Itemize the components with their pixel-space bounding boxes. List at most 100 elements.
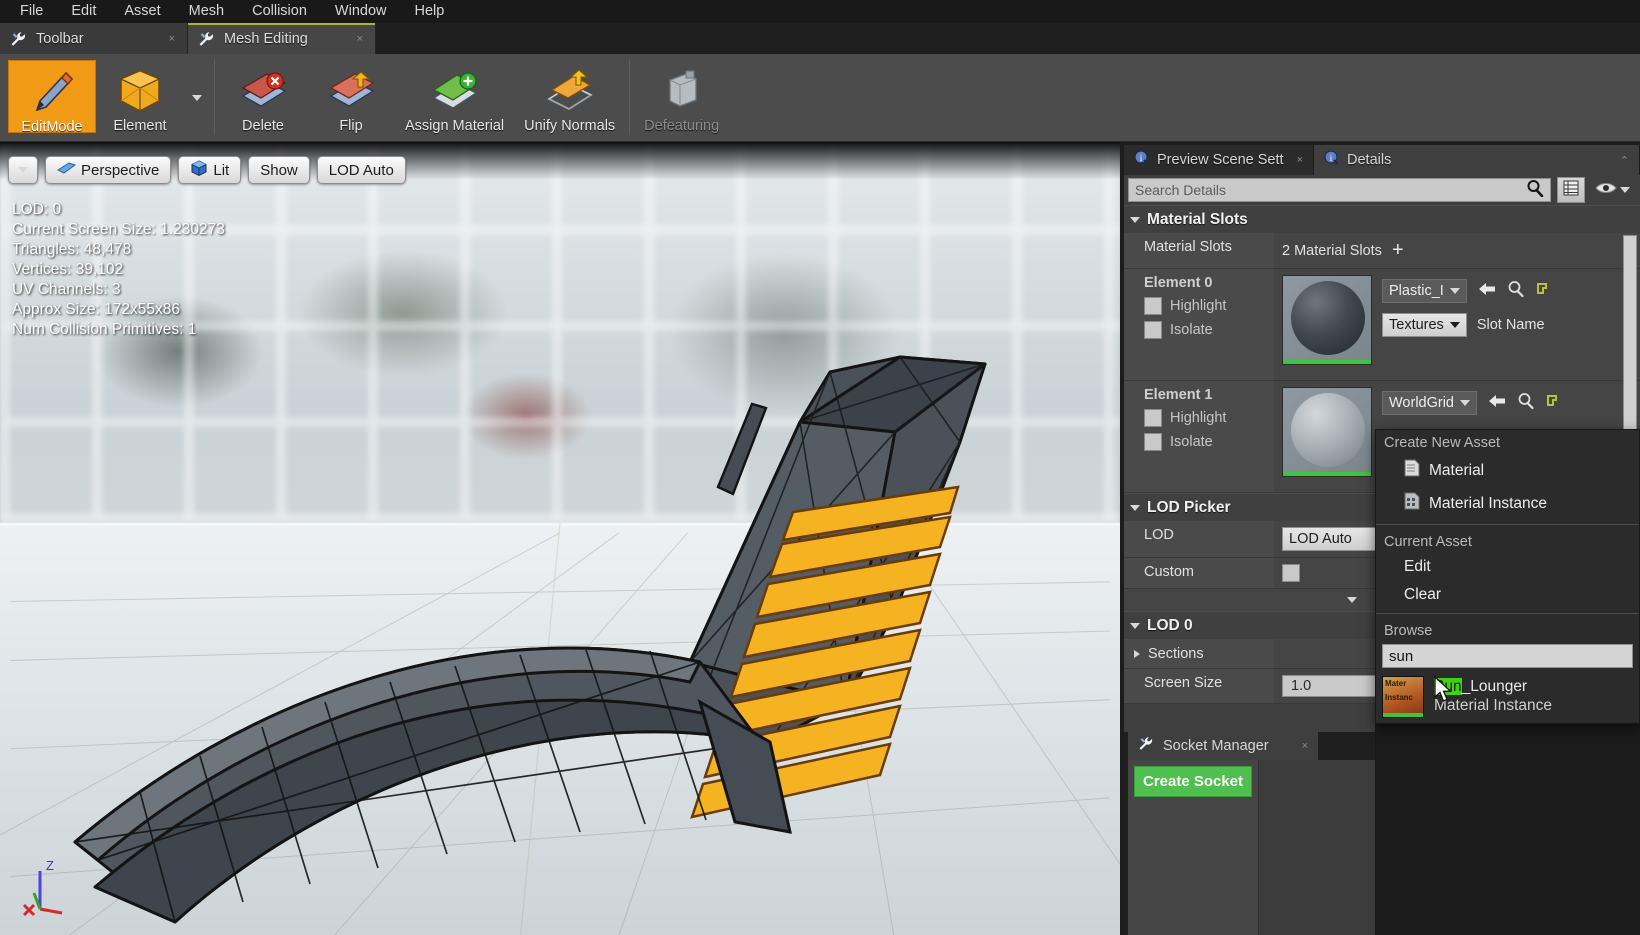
tab-mesh-editing[interactable]: Mesh Editing × [188, 23, 376, 54]
defeaturing-label: Defeaturing [644, 118, 719, 134]
element-0-label: Element 0 [1144, 275, 1274, 291]
tab-details[interactable]: i Details ⌃ [1314, 145, 1640, 175]
stat-screen-size: Current Screen Size: 1.230273 [12, 220, 225, 240]
element-1-isolate-row[interactable]: Isolate [1144, 433, 1274, 451]
viewport-stats-overlay: LOD: 0 Current Screen Size: 1.230273 Tri… [12, 200, 225, 340]
element-1-material-combo[interactable]: WorldGrid [1382, 391, 1477, 415]
close-icon[interactable]: × [1302, 740, 1308, 752]
tab-toolbar-label: Toolbar [36, 31, 163, 47]
lit-button[interactable]: Lit [178, 156, 241, 184]
element-1-material-thumbnail[interactable] [1282, 387, 1372, 477]
chevron-down-icon [18, 167, 28, 173]
viewport-menu-button[interactable] [8, 156, 38, 184]
element-1-material-name: WorldGrid [1389, 395, 1454, 411]
material-thumbnail-status-bar [1283, 360, 1371, 364]
socket-manager-tab[interactable]: Socket Manager × [1128, 732, 1318, 760]
socket-manager-label: Socket Manager [1163, 738, 1294, 754]
browse-asset-icon[interactable] [1507, 280, 1525, 302]
stat-lod: LOD: 0 [12, 200, 225, 220]
element-button[interactable]: Element [96, 60, 184, 141]
static-mesh-editor-window: File Edit Asset Mesh Collision Window He… [0, 0, 1640, 935]
lod-auto-label: LOD Auto [329, 162, 394, 179]
material-preview-sphere [1291, 281, 1365, 355]
menu-bar: File Edit Asset Mesh Collision Window He… [0, 0, 1640, 23]
view-options-button[interactable] [1591, 181, 1634, 200]
asset-name-rest: _Lounger [1462, 678, 1528, 695]
element-0-slot-name-label: Slot Name [1477, 317, 1545, 333]
material-instance-icon [1404, 492, 1420, 515]
lit-label: Lit [213, 162, 229, 179]
menu-item-edit[interactable]: Edit [1376, 553, 1639, 581]
menu-item-asset[interactable]: Asset [110, 0, 174, 23]
tab-preview-scene-settings[interactable]: i Preview Scene Sett × [1124, 145, 1314, 175]
editmode-button[interactable]: EditMode [8, 60, 96, 133]
close-icon[interactable]: × [1297, 154, 1303, 166]
delete-button[interactable]: Delete [219, 60, 307, 141]
flip-plane-icon [325, 66, 377, 116]
lod-auto-button[interactable]: LOD Auto [317, 156, 406, 184]
use-selected-asset-icon[interactable] [1477, 281, 1497, 301]
search-icon[interactable] [1526, 179, 1544, 202]
create-socket-button[interactable]: Create Socket [1134, 766, 1252, 797]
element-0-highlight-row[interactable]: Highlight [1144, 297, 1274, 315]
element-0-textures-label: Textures [1389, 317, 1444, 333]
grid-view-button[interactable] [1557, 177, 1585, 203]
assign-material-icon [429, 66, 481, 116]
screen-size-input[interactable]: 1.0 [1282, 675, 1382, 697]
element-0-textures-combo[interactable]: Textures [1382, 313, 1467, 337]
menu-item-mesh[interactable]: Mesh [175, 0, 238, 23]
unify-normals-button[interactable]: Unify Normals [514, 60, 625, 141]
close-icon[interactable]: × [357, 33, 363, 45]
menu-item-create-material-instance[interactable]: Material Instance [1376, 487, 1639, 520]
add-material-slot-button[interactable]: + [1392, 239, 1404, 262]
chevron-down-icon [1620, 187, 1630, 193]
asset-result-item[interactable]: Mater Instanc Sun_Lounger Material Insta… [1376, 671, 1639, 723]
chevron-down-icon [1347, 597, 1357, 603]
collapse-icon[interactable]: ⌃ [1620, 154, 1629, 167]
highlight-checkbox[interactable] [1144, 297, 1162, 315]
isolate-checkbox[interactable] [1144, 433, 1162, 451]
element-0-material-thumbnail[interactable] [1282, 275, 1372, 365]
search-input[interactable]: Search Details [1128, 178, 1551, 202]
use-selected-asset-icon[interactable] [1487, 393, 1507, 413]
tab-preview-scene-label: Preview Scene Sett [1157, 152, 1290, 168]
menu-item-help[interactable]: Help [401, 0, 459, 23]
custom-lod-checkbox[interactable] [1282, 564, 1300, 582]
element-0-material-combo[interactable]: Plastic_I [1382, 279, 1467, 303]
show-button[interactable]: Show [248, 156, 310, 184]
asset-search-input[interactable]: sun [1382, 644, 1633, 668]
3d-viewport[interactable]: Perspective Lit Show LOD Auto [0, 142, 1120, 935]
menu-item-collision[interactable]: Collision [238, 0, 321, 23]
perspective-button[interactable]: Perspective [45, 156, 171, 184]
browse-asset-icon[interactable] [1517, 392, 1535, 414]
highlight-checkbox[interactable] [1144, 409, 1162, 427]
menu-item-file[interactable]: File [6, 0, 57, 23]
expander-right-icon[interactable] [1134, 650, 1140, 658]
tab-toolbar[interactable]: Toolbar × [0, 23, 188, 54]
details-search-row: Search Details [1124, 175, 1640, 205]
close-icon[interactable]: × [169, 33, 175, 45]
tab-mesh-editing-label: Mesh Editing [224, 31, 351, 47]
expander-icon [1130, 623, 1140, 629]
menu-item-create-material[interactable]: Material [1376, 454, 1639, 487]
menu-item-clear[interactable]: Clear [1376, 581, 1639, 609]
element-1-label: Element 1 [1144, 387, 1274, 403]
defeaturing-button[interactable]: Defeaturing [634, 60, 729, 141]
reset-to-default-icon[interactable] [1545, 393, 1561, 413]
isolate-checkbox[interactable] [1144, 321, 1162, 339]
asset-thumbnail-line2: Instanc [1385, 693, 1413, 702]
ribbon-separator [629, 60, 630, 135]
screen-size-label: Screen Size [1124, 669, 1274, 703]
reset-to-default-icon[interactable] [1535, 281, 1551, 301]
material-slots-section-header[interactable]: Material Slots [1124, 205, 1640, 233]
mesh-editing-ribbon: EditMode Element [0, 54, 1640, 142]
show-label: Show [260, 162, 298, 179]
element-0-isolate-row[interactable]: Isolate [1144, 321, 1274, 339]
menu-item-edit[interactable]: Edit [57, 0, 110, 23]
element-dropdown-caret[interactable] [184, 54, 210, 141]
assign-material-button[interactable]: Assign Material [395, 60, 514, 141]
flip-button[interactable]: Flip [307, 60, 395, 141]
element-1-highlight-row[interactable]: Highlight [1144, 409, 1274, 427]
lit-cube-icon [190, 160, 208, 181]
menu-item-window[interactable]: Window [321, 0, 401, 23]
